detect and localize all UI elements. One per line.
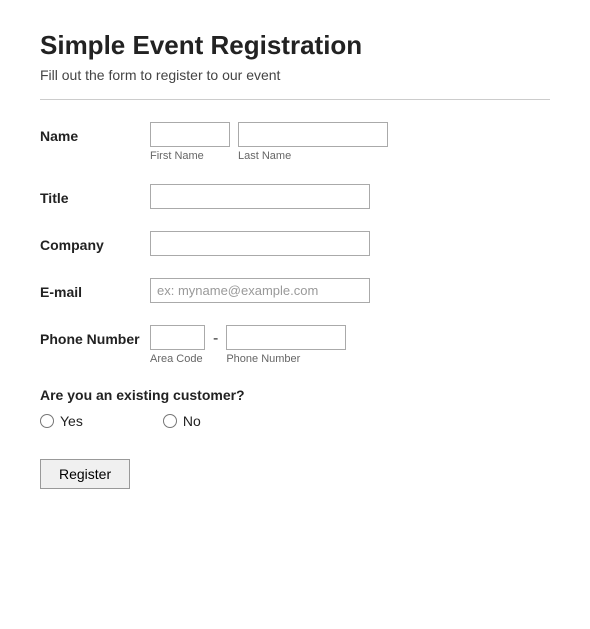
yes-radio[interactable] <box>40 414 54 428</box>
title-input[interactable] <box>150 184 370 209</box>
last-name-input[interactable] <box>238 122 388 147</box>
phone-controls: Area Code - Phone Number <box>150 325 550 365</box>
phone-number-wrapper: Phone Number <box>226 325 346 365</box>
last-name-wrapper: Last Name <box>238 122 388 162</box>
phone-number-sublabel: Phone Number <box>226 353 346 365</box>
first-name-wrapper: First Name <box>150 122 230 162</box>
register-button[interactable]: Register <box>40 459 130 489</box>
page-subtitle: Fill out the form to register to our eve… <box>40 67 550 83</box>
company-row: Company <box>40 231 550 256</box>
no-option[interactable]: No <box>163 413 201 429</box>
company-controls <box>150 231 550 256</box>
customer-question-label: Are you an existing customer? <box>40 387 550 403</box>
first-name-input[interactable] <box>150 122 230 147</box>
company-input[interactable] <box>150 231 370 256</box>
phone-number-input[interactable] <box>226 325 346 350</box>
name-controls: First Name Last Name <box>150 122 550 162</box>
name-input-group: First Name Last Name <box>150 122 550 162</box>
name-label: Name <box>40 122 150 144</box>
phone-row: Phone Number Area Code - Phone Number <box>40 325 550 365</box>
last-name-sublabel: Last Name <box>238 150 388 162</box>
area-code-wrapper: Area Code <box>150 325 205 365</box>
phone-label: Phone Number <box>40 325 150 347</box>
phone-separator: - <box>213 325 218 348</box>
yes-option[interactable]: Yes <box>40 413 83 429</box>
title-row: Title <box>40 184 550 209</box>
email-input[interactable] <box>150 278 370 303</box>
customer-question-section: Are you an existing customer? Yes No <box>40 387 550 429</box>
divider <box>40 99 550 100</box>
phone-input-group: Area Code - Phone Number <box>150 325 550 365</box>
area-code-input[interactable] <box>150 325 205 350</box>
page-title: Simple Event Registration <box>40 30 550 61</box>
customer-radio-group: Yes No <box>40 413 550 429</box>
first-name-sublabel: First Name <box>150 150 230 162</box>
yes-label: Yes <box>60 413 83 429</box>
email-controls <box>150 278 550 303</box>
email-label: E-mail <box>40 278 150 300</box>
no-radio[interactable] <box>163 414 177 428</box>
email-row: E-mail <box>40 278 550 303</box>
name-row: Name First Name Last Name <box>40 122 550 162</box>
no-label: No <box>183 413 201 429</box>
title-label: Title <box>40 184 150 206</box>
area-code-sublabel: Area Code <box>150 353 205 365</box>
company-label: Company <box>40 231 150 253</box>
title-controls <box>150 184 550 209</box>
